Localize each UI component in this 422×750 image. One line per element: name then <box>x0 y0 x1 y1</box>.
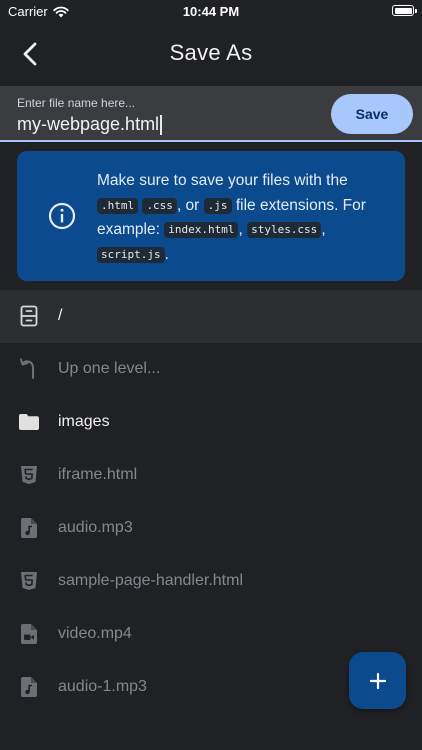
up-arrow-icon <box>18 358 40 380</box>
code-ext-css: .css <box>142 197 177 214</box>
list-item-label: iframe.html <box>58 466 138 483</box>
info-icon <box>48 202 76 230</box>
info-comma-2: , <box>321 221 326 238</box>
list-item-label: sample-page-handler.html <box>58 572 243 589</box>
html5-icon <box>18 464 40 486</box>
status-time: 10:44 PM <box>182 4 240 19</box>
code-example-index: index.html <box>164 222 239 238</box>
audio-file-icon <box>18 676 40 698</box>
code-example-script: script.js <box>97 246 165 263</box>
battery-icon <box>392 5 417 16</box>
info-message: Make sure to save your files with the .h… <box>97 169 393 267</box>
folder-icon <box>18 411 40 433</box>
list-item-up-one-level[interactable]: Up one level... <box>0 343 422 396</box>
storage-icon <box>18 305 40 327</box>
list-item-label: / <box>58 307 63 324</box>
code-ext-html: .html <box>97 197 139 214</box>
list-item-label: audio.mp3 <box>58 519 133 536</box>
list-item-label: audio-1.mp3 <box>58 678 147 695</box>
list-item-iframe-html[interactable]: iframe.html <box>0 449 422 502</box>
filename-input[interactable]: Enter file name here... my-webpage.html … <box>0 86 422 142</box>
plus-icon <box>369 672 386 689</box>
info-text-1: Make sure to save your files with the <box>97 172 348 189</box>
list-item-root[interactable]: / <box>0 290 422 343</box>
video-file-icon <box>18 623 40 645</box>
list-item-label: images <box>58 413 110 430</box>
info-banner: Make sure to save your files with the .h… <box>17 151 405 281</box>
info-text-or: , or <box>176 196 200 214</box>
filename-placeholder: Enter file name here... <box>17 96 136 110</box>
page-title: Save As <box>169 40 253 65</box>
list-item-audio-mp3[interactable]: audio.mp3 <box>0 502 422 555</box>
text-caret <box>160 114 162 135</box>
list-item-label: video.mp4 <box>58 625 132 642</box>
file-list: / Up one level... images iframe.html aud… <box>0 290 422 714</box>
save-as-screen: Carrier 10:44 PM Save As Enter file name… <box>0 0 422 750</box>
audio-file-icon <box>18 517 40 539</box>
filename-value: my-webpage.html <box>17 114 160 134</box>
list-item-label: Up one level... <box>58 360 161 377</box>
html5-icon <box>18 570 40 592</box>
info-period: . <box>164 245 169 263</box>
header: Save As <box>0 24 422 86</box>
save-button[interactable]: Save <box>331 94 413 134</box>
add-button[interactable] <box>349 652 406 709</box>
status-bar: Carrier 10:44 PM <box>0 0 422 24</box>
list-item-sample-page-handler-html[interactable]: sample-page-handler.html <box>0 555 422 608</box>
code-example-styles: styles.css <box>247 222 322 238</box>
code-ext-js: .js <box>203 197 232 214</box>
info-comma-1: , <box>238 221 243 238</box>
list-item-images[interactable]: images <box>0 396 422 449</box>
filename-value-wrap: my-webpage.html <box>17 114 162 135</box>
